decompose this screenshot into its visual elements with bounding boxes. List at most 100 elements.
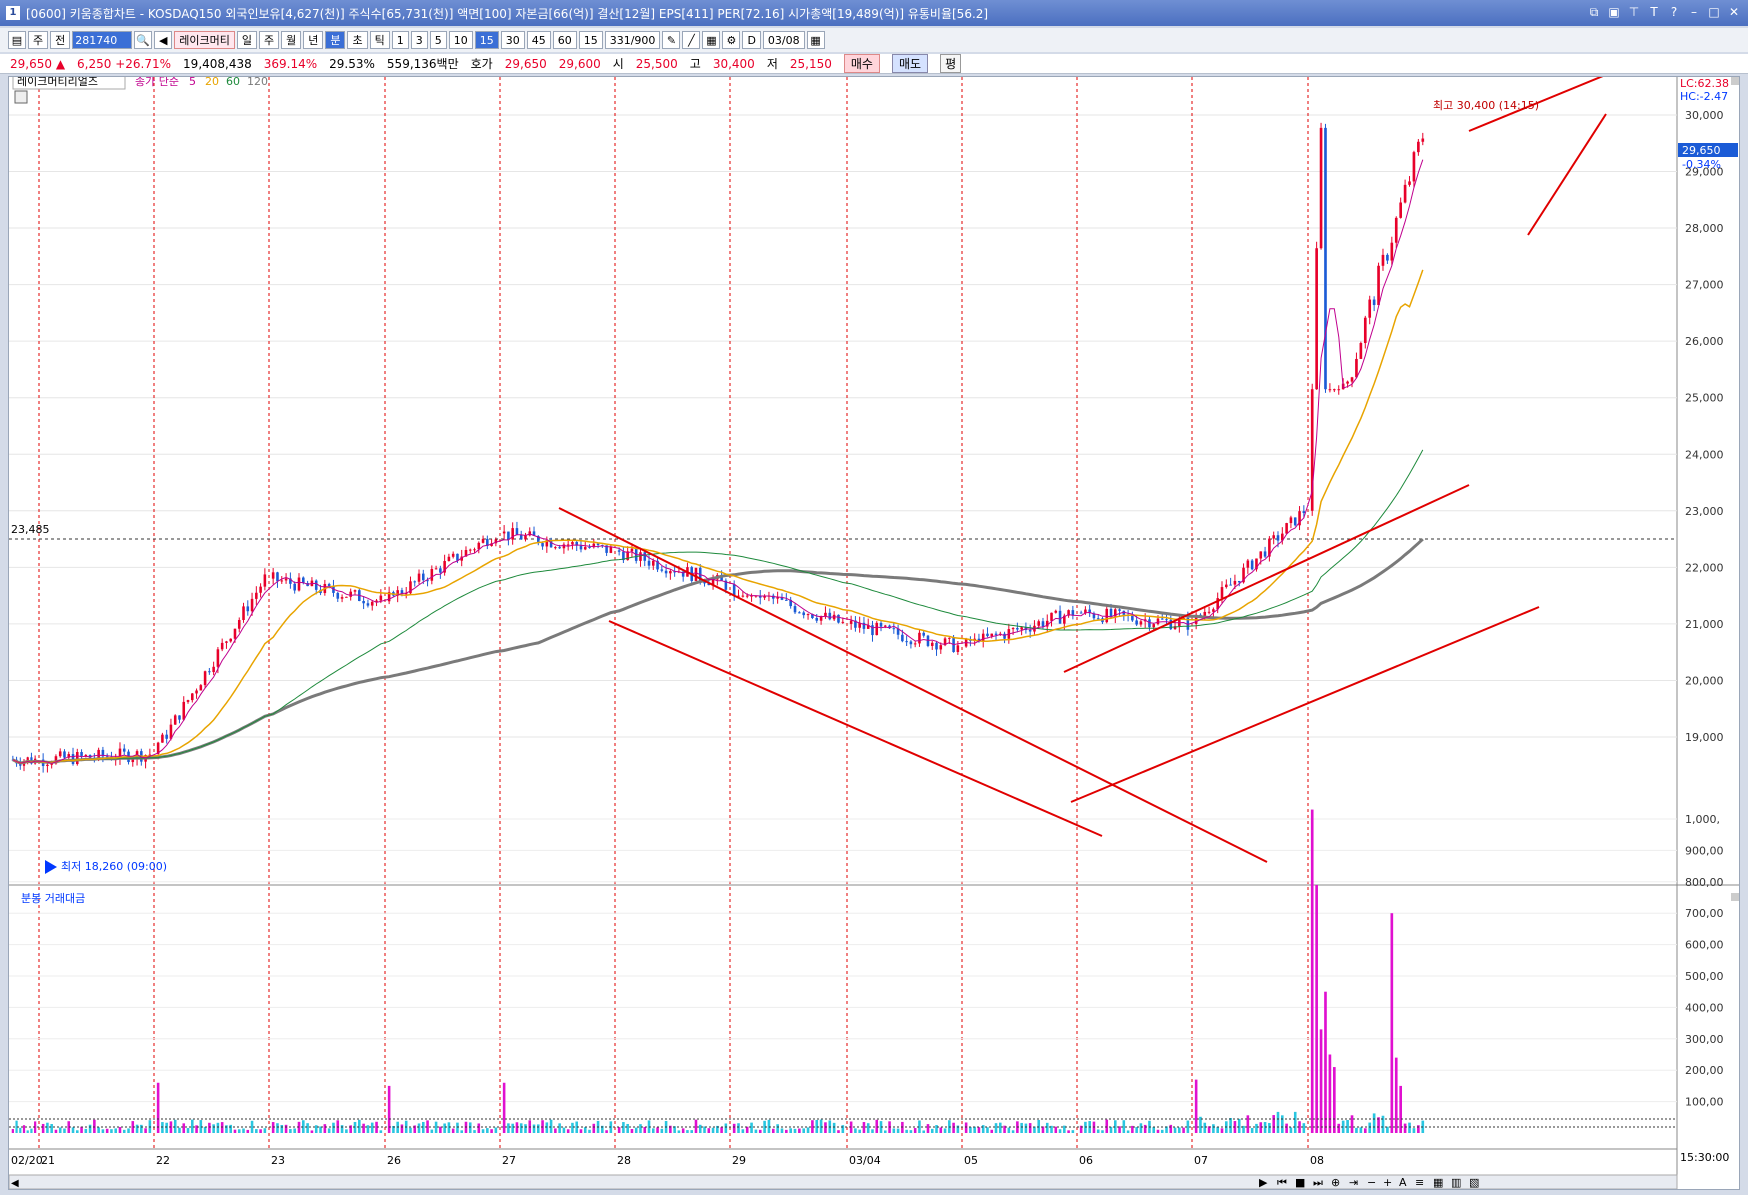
list-icon[interactable]: ≡	[1415, 1176, 1424, 1189]
volume-bar	[417, 1123, 421, 1133]
zoom-in-icon[interactable]: +	[1383, 1176, 1392, 1189]
candle-body	[884, 625, 887, 627]
interval-5[interactable]: 5	[429, 31, 447, 49]
candle-body	[515, 528, 519, 535]
interval-select[interactable]: 15	[578, 31, 603, 49]
chart-canvas[interactable]: 19,000 20,000 21,000 22,000 23,000 24,000 25,0…	[8, 70, 1739, 1190]
candle-body	[930, 642, 934, 646]
grid-toggle-icon[interactable]	[14, 90, 28, 104]
table-icon[interactable]: ▦	[1433, 1176, 1443, 1189]
market-select[interactable]: 주	[28, 31, 49, 49]
period-daily[interactable]: 일	[236, 31, 257, 49]
interval-45[interactable]: 45	[526, 31, 551, 49]
period-yearly[interactable]: 년	[303, 31, 324, 49]
interval-3[interactable]: 3	[410, 31, 428, 49]
interval-1[interactable]: 1	[391, 31, 409, 49]
volume-bar	[660, 1128, 664, 1133]
volume-bar	[409, 1127, 412, 1133]
gear-icon[interactable]: ⚙	[722, 31, 741, 49]
step-icon[interactable]: ⇥	[1349, 1176, 1358, 1189]
volume-bar	[741, 1129, 745, 1133]
volume-bar	[41, 1123, 45, 1133]
volume-bar	[969, 1127, 972, 1133]
period-monthly[interactable]: 월	[281, 31, 302, 49]
volume-bar	[815, 1119, 819, 1133]
volume-bar	[930, 1128, 934, 1133]
rewind-icon[interactable]: ⏮	[1277, 1176, 1287, 1189]
minimize-icon[interactable]: –	[1686, 4, 1702, 20]
candle-body	[1054, 610, 1058, 613]
next-icon[interactable]: ▶	[1259, 1176, 1268, 1189]
stock-code-input[interactable]: 281740	[72, 31, 133, 49]
candle-body	[824, 612, 827, 617]
volume-bar	[643, 1126, 647, 1133]
date-field[interactable]: 03/08	[762, 31, 805, 49]
save-icon[interactable]: ▦	[702, 31, 721, 49]
time-tick-label: 29	[732, 1154, 746, 1167]
candle-body	[1394, 217, 1398, 243]
candle-body	[1131, 615, 1134, 621]
layout-icon[interactable]: ▤	[8, 31, 26, 49]
horizontal-scrollbar[interactable]	[8, 1174, 1678, 1190]
scroll-left-icon[interactable]: ◀	[11, 1178, 19, 1189]
text-icon[interactable]: T	[1646, 4, 1662, 20]
candle-body	[1272, 535, 1275, 539]
volume-bar	[271, 1122, 275, 1133]
sound-icon[interactable]: ◀	[154, 31, 173, 49]
tools-icon[interactable]: ✎	[662, 31, 681, 49]
candle-body	[237, 620, 241, 629]
sell-button[interactable]: 매도	[891, 54, 929, 73]
buy-button[interactable]: 매수	[843, 54, 880, 73]
stock-name-field[interactable]: 레이크머티	[174, 31, 235, 49]
help-icon[interactable]: ?	[1666, 4, 1682, 20]
average-button[interactable]: 평	[940, 54, 962, 73]
volume-bar	[237, 1129, 241, 1133]
chart-type-icon[interactable]: ▥	[1451, 1176, 1461, 1189]
font-icon[interactable]: A	[1399, 1176, 1407, 1189]
zoom-out-icon[interactable]: −	[1367, 1176, 1376, 1189]
volume-bar	[451, 1128, 455, 1133]
stop-icon[interactable]: ■	[1295, 1176, 1305, 1189]
candle-body	[617, 550, 621, 552]
price-panel-collapse-icon[interactable]	[1731, 77, 1739, 85]
chart-area[interactable]: 19,000 20,000 21,000 22,000 23,000 24,000 25,0…	[8, 70, 1740, 1190]
pin-icon[interactable]: ⊤	[1626, 4, 1642, 20]
candle-body	[793, 606, 797, 613]
candle-body	[255, 592, 258, 599]
candle-body	[732, 584, 736, 596]
volume-bar	[345, 1129, 348, 1133]
period-minute[interactable]: 분	[325, 31, 346, 49]
more-icon[interactable]: ▧	[1469, 1176, 1479, 1189]
volume-bar	[127, 1128, 130, 1133]
date-checkbox-label[interactable]: D	[742, 31, 761, 49]
count-field[interactable]: 331/900	[604, 31, 661, 49]
scope-select[interactable]: 전	[50, 31, 71, 49]
interval-30[interactable]: 30	[500, 31, 525, 49]
candle-body	[1207, 611, 1211, 613]
forward-icon[interactable]: ⏭	[1313, 1176, 1323, 1189]
zoom-icon[interactable]: ⊕	[1331, 1176, 1340, 1189]
search-icon[interactable]: 🔍	[134, 31, 153, 49]
calendar-icon[interactable]: ▦	[806, 31, 825, 49]
line-icon[interactable]: ╱	[682, 31, 701, 49]
period-tick[interactable]: 틱	[369, 31, 390, 49]
maximize-icon[interactable]: □	[1706, 4, 1722, 20]
tile-icon[interactable]: ▣	[1606, 4, 1622, 20]
volume-bar	[935, 1125, 938, 1133]
interval-60[interactable]: 60	[552, 31, 577, 49]
price-tick-label: 28,000	[1685, 222, 1724, 235]
panel-collapse-icon[interactable]	[1731, 893, 1739, 901]
link-icon[interactable]: ⧉	[1586, 4, 1602, 20]
period-second[interactable]: 초	[347, 31, 368, 49]
time-tick-label: 02/20	[11, 1154, 43, 1167]
volume-bar	[220, 1122, 224, 1133]
candle-body	[340, 597, 344, 599]
period-weekly[interactable]: 주	[258, 31, 280, 49]
candle-body	[1333, 389, 1336, 391]
close-icon[interactable]: ✕	[1726, 4, 1742, 20]
interval-15[interactable]: 15	[474, 31, 499, 49]
candle-body	[1315, 248, 1318, 390]
volume-bar	[1058, 1129, 1062, 1133]
volume-bar	[507, 1123, 510, 1133]
interval-10[interactable]: 10	[448, 31, 473, 49]
